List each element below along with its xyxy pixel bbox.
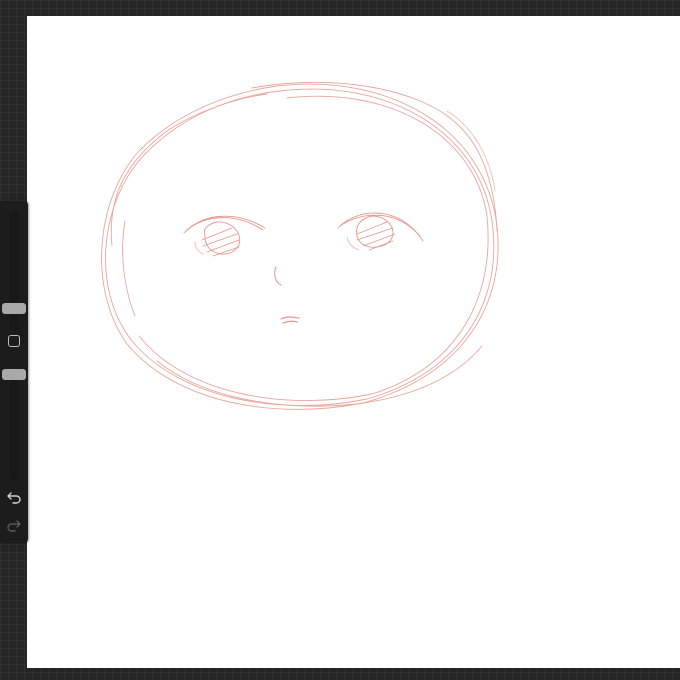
brush-size-handle[interactable] (2, 303, 26, 314)
redo-arrow-icon (7, 520, 21, 532)
mouth-sketch (280, 316, 300, 324)
redo-button[interactable] (4, 516, 24, 536)
left-eye-sketch (183, 215, 266, 257)
drawing-canvas[interactable] (27, 16, 680, 668)
right-eye-sketch (337, 212, 424, 251)
undo-button[interactable] (4, 488, 24, 508)
head-outline-strokes (101, 81, 499, 410)
brush-opacity-slider[interactable] (10, 376, 18, 481)
brush-sidebar (0, 201, 28, 543)
face-sketch (101, 81, 499, 410)
undo-arrow-icon (7, 492, 21, 504)
nose-sketch (274, 266, 282, 286)
brush-opacity-handle[interactable] (2, 369, 26, 380)
modify-button[interactable] (8, 335, 20, 347)
